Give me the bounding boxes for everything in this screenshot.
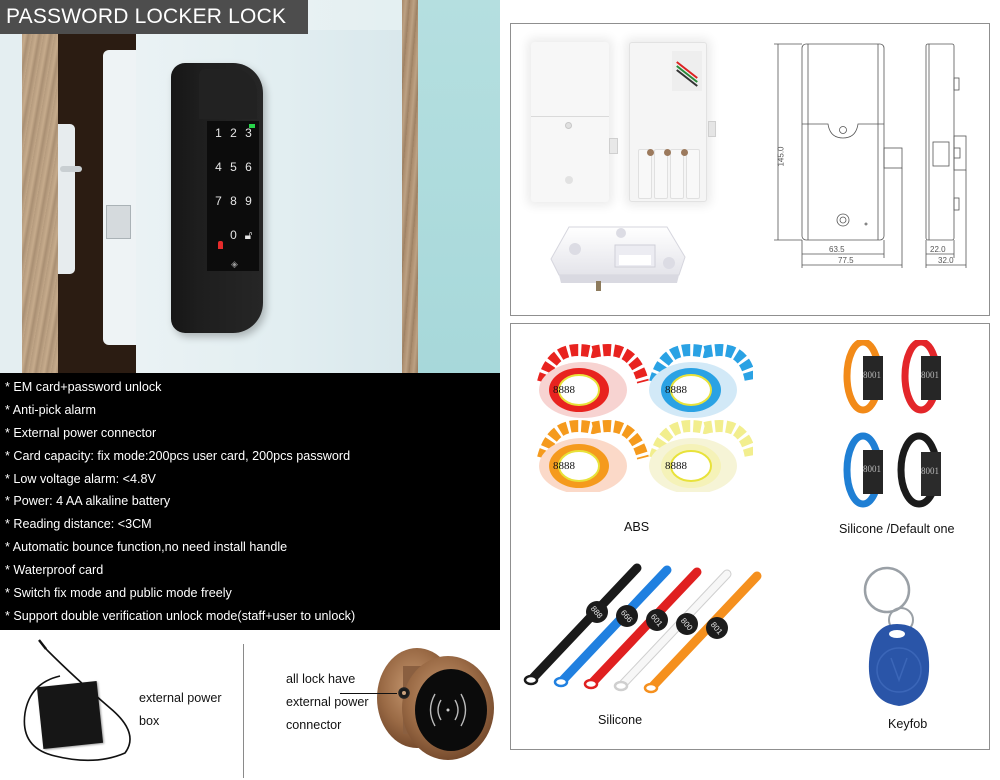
silicone-strap-bands-image: 888 666 601 800 801	[523, 563, 762, 694]
strike-plate-photo	[550, 226, 686, 291]
abs-wristband	[649, 420, 753, 492]
cover-hole	[565, 176, 573, 184]
key-6[interactable]: 6	[241, 159, 256, 175]
keyfob-caption: Keyfob	[888, 717, 928, 731]
wood-cabinet-edge	[22, 30, 58, 373]
round-cabinet-lock-icon	[377, 648, 494, 760]
strike-hook	[60, 166, 82, 172]
connector-caption-line: connector	[286, 718, 342, 732]
lock-battery-compartment-photo	[629, 42, 716, 202]
strike-plate	[58, 124, 75, 274]
section-divider	[243, 644, 244, 778]
keypad-lock: 1 2 3 4 5 6 7 8 9 0 🔓︎ ◈	[171, 63, 263, 333]
power-box-caption-line: external power	[139, 691, 222, 705]
feature-item: * Support double verification unlock mod…	[5, 608, 356, 623]
keypad-keys: 1 2 3 4 5 6 7 8 9 0 🔓︎	[211, 125, 257, 243]
key-8[interactable]: 8	[226, 193, 241, 209]
keyfob-image	[863, 566, 930, 706]
key-9[interactable]: 9	[241, 193, 256, 209]
silicone-default-caption: Silicone /Default one	[839, 522, 955, 536]
lock-bolt	[106, 205, 131, 239]
feature-item: * Power: 4 AA alkaline battery	[5, 494, 171, 509]
key-3[interactable]: 3	[241, 125, 256, 141]
dimension-total-depth: 32.0	[938, 256, 954, 265]
silicone-chip-number: 8001	[921, 466, 939, 476]
alarm-led-red	[218, 241, 223, 249]
connector-caption-line: all lock have	[286, 672, 356, 686]
battery-slot	[638, 149, 652, 199]
abs-band-number: 8888	[665, 384, 687, 396]
feature-item: * Reading distance: <3CM	[5, 517, 152, 532]
silicone-chip-number: 8001	[863, 370, 881, 380]
title-banner: PASSWORD LOCKER LOCK	[0, 0, 308, 34]
key-7[interactable]: 7	[211, 193, 226, 209]
battery-contact	[647, 149, 654, 156]
silicone-caption: Silicone	[598, 713, 643, 727]
feature-item: * Switch fix mode and public mode freely	[5, 586, 232, 601]
wire-compartment	[672, 51, 702, 91]
dimension-total-width: 77.5	[838, 256, 854, 265]
silicone-strap-band: 801	[643, 571, 762, 694]
abs-band-number: 8888	[553, 384, 575, 396]
bolt-tab	[708, 121, 716, 137]
accessories-section: external power box all lock have externa…	[0, 630, 500, 780]
hero-product-photo: 1 2 3 4 5 6 7 8 9 0 🔓︎ ◈ PASSWORD LOCKER…	[0, 0, 500, 373]
cover-seam	[531, 116, 609, 117]
unlock-key-icon[interactable]: 🔓︎	[241, 227, 256, 243]
page-title: PASSWORD LOCKER LOCK	[6, 5, 287, 28]
external-power-box-icon	[36, 681, 104, 749]
feature-list: * EM card+password unlock * Anti-pick al…	[5, 378, 500, 630]
lock-parts-panel: 145.0 63.5 77.5 22.0 32.0	[510, 23, 990, 316]
key-2[interactable]: 2	[226, 125, 241, 141]
feature-item: * EM card+password unlock	[5, 380, 162, 394]
dimension-height: 145.0	[776, 146, 786, 167]
background-wall	[418, 0, 500, 373]
abs-caption: ABS	[624, 520, 650, 534]
key-4[interactable]: 4	[211, 159, 226, 175]
card-reader-icon: ◈	[231, 259, 238, 269]
battery-slot	[654, 149, 668, 199]
battery-contact	[664, 149, 671, 156]
wood-cabinet-edge-right	[402, 0, 418, 373]
feature-item: * Low voltage alarm: <4.8V	[5, 471, 156, 486]
dimension-body-depth: 22.0	[930, 245, 946, 254]
power-box-caption: external power box	[139, 687, 222, 733]
battery-slot	[670, 149, 684, 199]
feature-item: * External power connector	[5, 425, 157, 440]
feature-item: * Waterproof card	[5, 563, 104, 578]
feature-item: * Anti-pick alarm	[5, 402, 96, 417]
abs-band-number: 8888	[665, 460, 687, 472]
cover-screw	[565, 122, 572, 129]
technical-drawing	[774, 43, 967, 268]
feature-list-panel: * EM card+password unlock * Anti-pick al…	[0, 373, 500, 630]
key-0[interactable]: 0	[226, 227, 241, 243]
silicone-default-bands-image	[843, 340, 941, 508]
connector-caption-line: external power	[286, 695, 369, 709]
lock-front-cover-photo	[531, 42, 618, 202]
key-5[interactable]: 5	[226, 159, 241, 175]
battery-slot	[686, 149, 700, 199]
dimension-body-width: 63.5	[829, 245, 845, 254]
power-box-caption-line: box	[139, 714, 160, 728]
connector-caption: all lock have external power connector	[286, 668, 369, 737]
locker-door-edge	[103, 50, 136, 345]
abs-band-number: 8888	[553, 460, 575, 472]
battery-contact	[681, 149, 688, 156]
feature-item: * Automatic bounce function,no need inst…	[5, 540, 288, 555]
card-options-panel: 8888 8888 8888 8888 ABS 8001 8001 8001 8…	[510, 323, 990, 750]
feature-item: * Card capacity: fix mode:200pcs user ca…	[5, 448, 351, 463]
key-1[interactable]: 1	[211, 125, 226, 141]
adjacent-locker-panel	[0, 30, 22, 373]
cover-bolt-tab	[609, 138, 618, 154]
abs-wristband	[537, 420, 649, 492]
keypad-top-panel	[199, 69, 257, 119]
silicone-chip-number: 8001	[863, 464, 881, 474]
silicone-chip-number: 8001	[921, 370, 939, 380]
